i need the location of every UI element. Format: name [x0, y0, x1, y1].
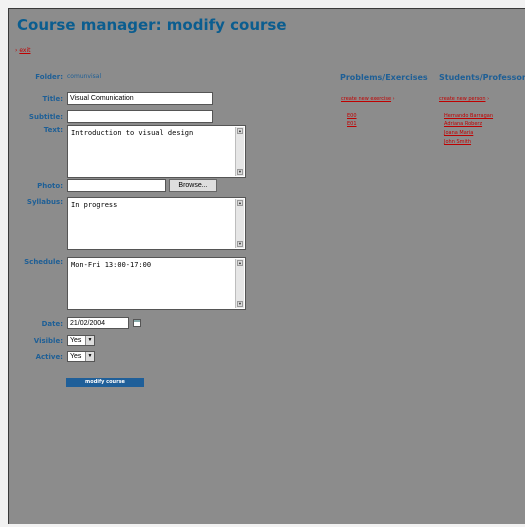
exercise-link-e00[interactable]: E00: [347, 113, 357, 119]
create-exercise-label: create new exercise: [341, 96, 392, 102]
create-exercise-bullet: ›: [392, 96, 395, 102]
main-frame: Course manager: modify course › exit Fol…: [8, 8, 525, 524]
active-select[interactable]: Yes ▼: [67, 351, 95, 362]
create-exercise-link[interactable]: create new exercise ›: [341, 96, 395, 102]
title-input[interactable]: Visual Comunication: [67, 92, 213, 105]
modify-course-button[interactable]: modify course: [66, 378, 144, 387]
photo-label: Photo:: [37, 182, 63, 190]
schedule-scrollbar[interactable]: ▲ ▼: [235, 259, 244, 308]
syllabus-textarea[interactable]: In progress ▲ ▼: [67, 197, 246, 250]
syllabus-label: Syllabus:: [26, 198, 63, 206]
scroll-down-arrow-icon[interactable]: ▼: [237, 169, 243, 175]
scroll-down-arrow-icon[interactable]: ▼: [237, 241, 243, 247]
syllabus-textarea-value: In progress: [71, 201, 118, 209]
browse-button[interactable]: Browse...: [169, 179, 217, 192]
title-label: Title:: [42, 95, 63, 103]
date-input[interactable]: 21/02/2004: [67, 317, 129, 329]
scroll-up-arrow-icon[interactable]: ▲: [237, 128, 243, 134]
visible-select[interactable]: Yes ▼: [67, 335, 95, 346]
syllabus-scrollbar[interactable]: ▲ ▼: [235, 199, 244, 248]
scroll-up-arrow-icon[interactable]: ▲: [237, 260, 243, 266]
exercises-heading: Problems/Exercises: [340, 73, 428, 82]
text-label: Text:: [43, 126, 63, 134]
person-link[interactable]: Hernando Barragan: [444, 113, 493, 119]
exit-link[interactable]: › exit: [15, 47, 30, 54]
date-label: Date:: [41, 320, 63, 328]
schedule-textarea[interactable]: Mon-Fri 13:00-17:00 ▲ ▼: [67, 257, 246, 310]
scroll-up-arrow-icon[interactable]: ▲: [237, 200, 243, 206]
chevron-down-icon[interactable]: ▼: [85, 336, 94, 345]
folder-label: Folder:: [35, 73, 63, 81]
person-link[interactable]: Adriana Roberz: [444, 121, 482, 127]
schedule-label: Schedule:: [24, 258, 63, 266]
exit-label: exit: [19, 47, 31, 54]
active-select-value: Yes: [70, 353, 82, 360]
person-link[interactable]: Joana Maria: [444, 130, 473, 136]
person-link[interactable]: John Smith: [444, 139, 471, 145]
active-label: Active:: [35, 353, 63, 361]
visible-select-value: Yes: [70, 337, 82, 344]
schedule-textarea-value: Mon-Fri 13:00-17:00: [71, 261, 152, 269]
text-textarea-value: Introduction to visual design: [71, 129, 194, 137]
scroll-down-arrow-icon[interactable]: ▼: [237, 301, 243, 307]
visible-label: Visible:: [33, 337, 63, 345]
folder-value: comunvisal: [67, 73, 102, 80]
chevron-down-icon[interactable]: ▼: [85, 352, 94, 361]
subtitle-input[interactable]: [67, 110, 213, 123]
exercise-link-e01[interactable]: E01: [347, 121, 357, 127]
text-scrollbar[interactable]: ▲ ▼: [235, 127, 244, 176]
text-textarea[interactable]: Introduction to visual design ▲ ▼: [67, 125, 246, 178]
photo-file-input[interactable]: [67, 179, 166, 192]
create-person-label: create new person: [439, 96, 486, 102]
calendar-icon[interactable]: [133, 319, 141, 327]
create-person-bullet: ›: [487, 96, 490, 102]
page-title: Course manager: modify course: [17, 16, 287, 34]
students-heading: Students/Professors: [439, 73, 525, 82]
subtitle-label: Subtitle:: [28, 113, 63, 121]
create-person-link[interactable]: create new person ›: [439, 96, 489, 102]
exit-bullet: ›: [15, 47, 18, 54]
